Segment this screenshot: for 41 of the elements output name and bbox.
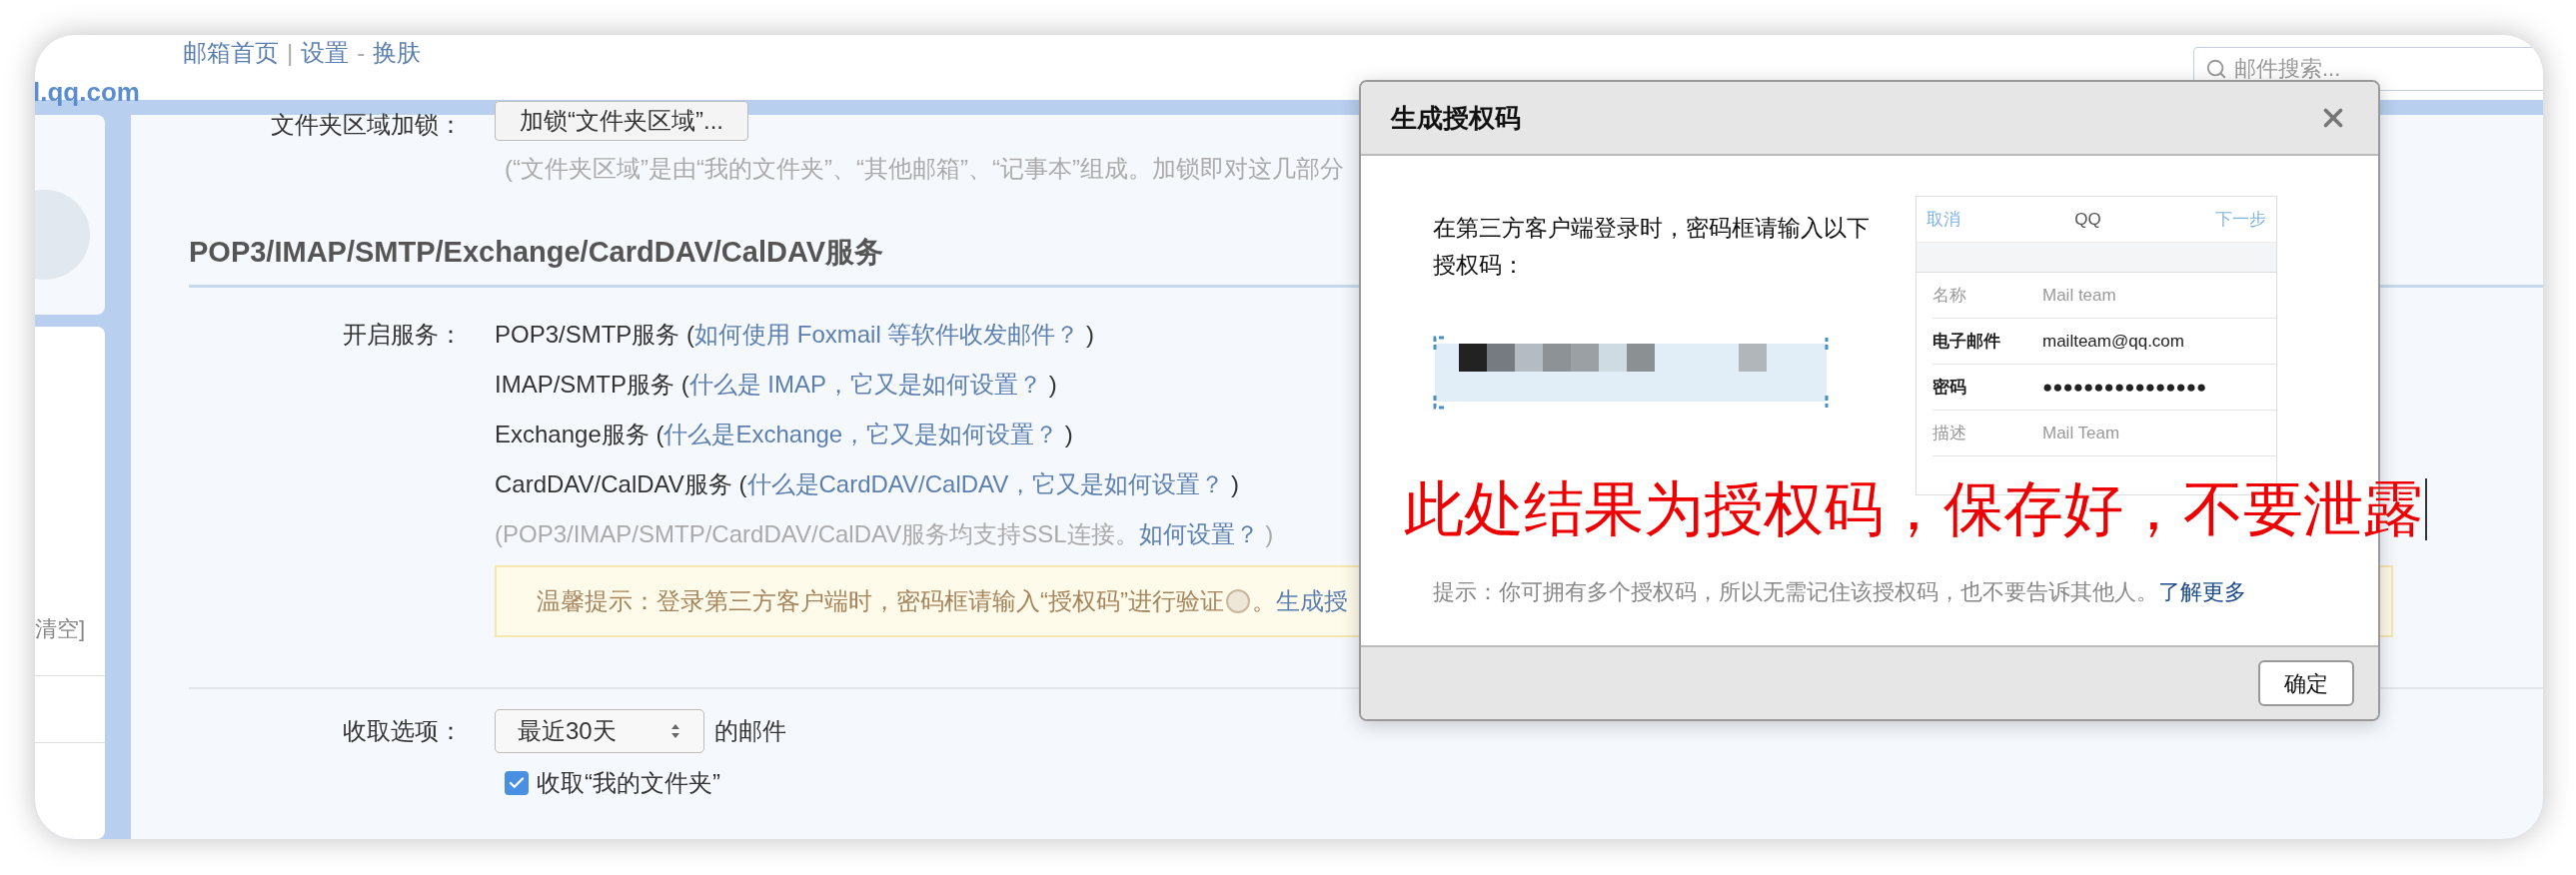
dialog-title: 生成授权码 [1391,101,1521,135]
preview-cancel: 取消 [1927,208,1960,231]
help-link[interactable]: 如何设置？ [1138,519,1259,547]
generate-link[interactable]: 生成授 [1276,582,1348,619]
text-cursor [2425,478,2427,540]
help-link[interactable]: 什么是CardDAV/CalDAV，它又是如何设置？ [746,469,1225,497]
preview-label: 描述 [1932,422,1967,444]
nav-separator: - [357,38,366,68]
field-label: 开启服务： [342,319,464,350]
field-label: 收取选项： [342,715,464,746]
nav-separator: | [287,38,294,68]
clear-link[interactable]: 清空] [35,612,105,645]
dialog-hint: 提示：你可拥有多个授权码，所以无需记住该授权码，也不要告诉其他人。 [1433,578,2158,606]
annotation-text: 此处结果为授权码，保存好，不要泄露 [1404,477,2423,541]
preview-value: ●●●●●●●●●●●●●●●● [2042,376,2207,399]
ok-button[interactable]: 确定 [2258,660,2354,706]
lock-button[interactable]: 加锁“文件夹区域”... [495,101,748,141]
preview-label: 密码 [1932,376,1967,399]
preview-value: mailteam@qq.com [2042,330,2184,353]
preview-value: Mail Team [2042,422,2120,444]
help-link[interactable]: 什么是Exchange，它又是如何设置？ [663,420,1059,447]
learn-more-link[interactable]: 了解更多 [2158,575,2246,608]
nav-link[interactable]: 设置 [301,35,350,71]
suffix-text: 的邮件 [714,715,786,746]
help-icon[interactable] [1226,588,1250,613]
period-select[interactable]: 最近30天 [495,708,704,753]
nav-link[interactable]: 邮箱首页 [183,35,279,71]
preview-next: 下一步 [2215,208,2266,231]
help-link[interactable]: 如何使用 Foxmail 等软件收发邮件？ [694,320,1080,348]
note-text: (“文件夹区域”是由“我的文件夹”、“其他邮箱”、“记事本”组成。加锁即对这几部分 [505,154,1345,184]
field-label: 文件夹区域加锁： [270,110,464,140]
logo-text: l.qq.com [35,79,140,105]
nav-link[interactable]: 换肤 [373,35,422,71]
search-icon [2205,58,2227,80]
help-link[interactable]: 什么是 IMAP，它又是如何设置？ [688,370,1043,398]
preview-label: 电子邮件 [1932,330,2001,353]
tip-text: 温馨提示：登录第三方客户端时，密码框请输入“授权码”进行验证 [537,585,1224,616]
checkbox[interactable] [505,770,529,795]
preview-title: QQ [2074,208,2101,231]
checkbox-label: 收取“我的文件夹” [537,767,720,798]
tip-punctuation: 。 [1252,585,1276,616]
